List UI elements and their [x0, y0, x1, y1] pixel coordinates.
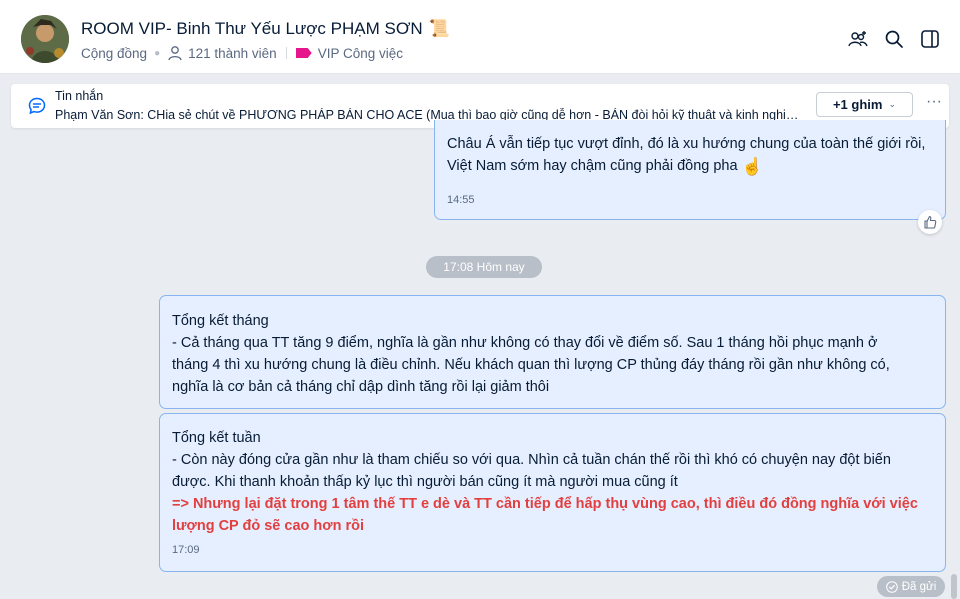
- scrollbar-thumb[interactable]: [951, 574, 957, 599]
- message-line: được. Khi thanh khoản thấp kỷ lục thì ng…: [172, 474, 678, 490]
- search-icon[interactable]: [883, 28, 905, 50]
- more-pins-label: +1 ghim: [832, 97, 883, 112]
- group-avatar[interactable]: [21, 15, 69, 63]
- scroll-emoji: 📜: [428, 19, 450, 38]
- chevron-down-icon: ⌄: [888, 99, 897, 109]
- more-horizontal-icon[interactable]: ···: [924, 94, 944, 114]
- member-icon: [167, 45, 183, 61]
- message-bubble[interactable]: Tổng kết tuần - Còn này đóng cửa gần như…: [159, 413, 946, 572]
- message-time: 14:55: [447, 194, 475, 206]
- more-pins-button[interactable]: +1 ghim ⌄: [816, 92, 913, 117]
- message-time: 17:09: [172, 544, 200, 556]
- sent-status-label: Đã gửi: [901, 580, 937, 593]
- add-member-icon[interactable]: [847, 28, 869, 50]
- message-icon: [27, 96, 47, 116]
- message-bubble[interactable]: Tổng kết tháng - Cả tháng qua TT tăng 9 …: [159, 295, 946, 409]
- pinned-label: Tin nhắn: [55, 89, 104, 103]
- message-bubble[interactable]: Châu Á vẫn tiếp tục vượt đỉnh, đó là xu …: [434, 120, 946, 220]
- message-line: nghĩa là cơ bản cả tháng chỉ dập dình tă…: [172, 379, 550, 395]
- group-subline: Cộng đồng ● 121 thành viên VIP Công việc: [81, 45, 403, 61]
- sent-status: Đã gửi: [877, 576, 945, 597]
- check-icon: [885, 580, 898, 593]
- pointing-up-emoji: ☝: [741, 157, 763, 176]
- chat-header: ROOM VIP- Binh Thư Yếu Lược PHẠM SƠN 📜 C…: [0, 0, 960, 74]
- message-heading: Tổng kết tháng: [172, 313, 269, 329]
- sidebar-toggle-icon[interactable]: [919, 28, 941, 50]
- group-type: Cộng đồng: [81, 45, 148, 61]
- member-count[interactable]: 121 thành viên: [188, 46, 277, 61]
- message-text: Châu Á vẫn tiếp tục vượt đỉnh, đó là xu …: [447, 133, 927, 178]
- highlight-line: lượng CP đỏ sẽ cao hơn rồi: [172, 518, 364, 534]
- message-line: - Cả tháng qua TT tăng 9 điểm, nghĩa là …: [172, 335, 878, 351]
- highlight-line: => Nhưng lại đặt trong 1 tâm thế TT e dè…: [172, 496, 918, 512]
- group-title-text: ROOM VIP- Binh Thư Yếu Lược PHẠM SƠN: [81, 19, 423, 38]
- group-tag[interactable]: VIP Công việc: [318, 46, 403, 61]
- divider: [285, 47, 287, 59]
- dot-separator: ●: [154, 47, 161, 59]
- message-line: - Còn này đóng cửa gần như là tham chiếu…: [172, 452, 891, 468]
- message-heading: Tổng kết tuần: [172, 430, 261, 446]
- group-title[interactable]: ROOM VIP- Binh Thư Yếu Lược PHẠM SƠN 📜: [81, 19, 450, 39]
- message-body: Châu Á vẫn tiếp tục vượt đỉnh, đó là xu …: [447, 136, 926, 174]
- message-line: tháng 4 thì xu hướng chung là điều chỉnh…: [172, 357, 890, 373]
- thumbs-up-icon[interactable]: [918, 210, 942, 234]
- tag-icon: [295, 48, 312, 58]
- date-divider: 17:08 Hôm nay: [426, 256, 542, 278]
